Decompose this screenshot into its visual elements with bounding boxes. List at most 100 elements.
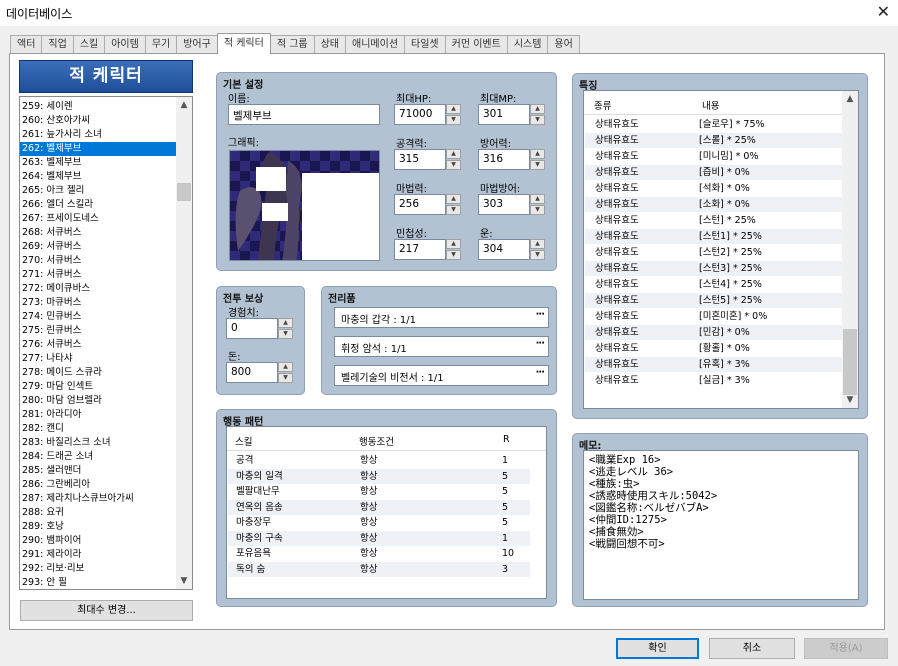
tab-9[interactable]: 애니메이션	[345, 35, 406, 54]
trait-row[interactable]: 상태유효도 [실금] * 3%	[585, 373, 843, 388]
action-row[interactable]: 공격 항상 1	[228, 453, 530, 468]
tab-12[interactable]: 시스템	[506, 35, 549, 54]
enemy-list-item[interactable]: 271: 서큐버스	[20, 268, 176, 282]
enemy-list-item[interactable]: 277: 나타샤	[20, 352, 176, 366]
action-row[interactable]: 벨팔대난무 항상 5	[228, 484, 530, 499]
luk-spinner[interactable]: ▲ ▼	[530, 239, 545, 260]
luk-input[interactable]: 304	[478, 239, 530, 260]
tab-4[interactable]: 무기	[144, 35, 178, 54]
tab-0[interactable]: 액터	[10, 35, 43, 54]
tab-11[interactable]: 커먼 이벤트	[444, 35, 508, 54]
change-max-button[interactable]: 최대수 변경...	[20, 600, 193, 621]
enemy-list-item[interactable]: 269: 서큐버스	[20, 240, 176, 254]
enemy-list-item[interactable]: 263: 벨제부브	[20, 156, 176, 170]
action-row[interactable]: 마충의 일격 항상 5	[228, 468, 530, 484]
enemy-list-item[interactable]: 275: 린큐버스	[20, 324, 176, 338]
enemy-list[interactable]: 259: 세이렌 260: 산호아가씨 261: 늪가사리 소녀 262: 벨제부브 2…	[19, 96, 193, 590]
enemy-list-item[interactable]: 273: 마큐버스	[20, 296, 176, 310]
enemy-list-item[interactable]: 292: 리보·리보	[20, 562, 176, 576]
exp-input[interactable]: 0	[226, 318, 278, 339]
tab-13[interactable]: 용어	[547, 35, 580, 54]
traits-scroll-up-icon[interactable]: ▲	[842, 91, 858, 107]
trait-row[interactable]: 상태유효도 [소화] * 0%	[585, 197, 843, 212]
enemy-list-item[interactable]: 259: 세이렌	[20, 100, 176, 114]
enemy-list-item[interactable]: 267: 프세이도네스	[20, 212, 176, 226]
tab-1[interactable]: 직업	[41, 35, 74, 54]
atk-input[interactable]: 315	[394, 149, 446, 170]
mdf-spinner[interactable]: ▲ ▼	[530, 194, 545, 215]
trait-row[interactable]: 상태유효도 [즙비] * 0%	[585, 165, 843, 180]
name-input[interactable]: 벨제부브	[228, 104, 380, 125]
trait-row[interactable]: 상태유효도 [스턴3] * 25%	[585, 261, 843, 276]
cancel-button[interactable]: 취소	[709, 638, 795, 659]
enemy-list-item[interactable]: 283: 바질리스크 소녀	[20, 436, 176, 450]
def-spinner[interactable]: ▲ ▼	[530, 149, 545, 170]
maxmp-spinner[interactable]: ▲ ▼	[530, 104, 545, 125]
enemy-list-item[interactable]: 270: 서큐버스	[20, 254, 176, 268]
maxmp-input[interactable]: 301	[478, 104, 530, 125]
agi-input[interactable]: 217	[394, 239, 446, 260]
tab-3[interactable]: 아이템	[104, 35, 146, 54]
mat-spinner[interactable]: ▲ ▼	[446, 194, 461, 215]
col-condition[interactable]: 행동조건	[359, 434, 394, 448]
scroll-up-icon[interactable]: ▲	[176, 97, 192, 113]
agi-spinner[interactable]: ▲ ▼	[446, 239, 461, 260]
enemy-list-item[interactable]: 280: 마담 엄브렐라	[20, 394, 176, 408]
enemy-list-item[interactable]: 262: 벨제부브	[20, 142, 176, 156]
apply-button[interactable]: 적용(A)	[804, 638, 888, 659]
mat-input[interactable]: 256	[394, 194, 446, 215]
trait-row[interactable]: 상태유효도 [스턴5] * 25%	[585, 293, 843, 308]
tab-7[interactable]: 적 그룹	[269, 35, 315, 54]
trait-row[interactable]: 상태유효도 [스턴] * 25%	[585, 213, 843, 228]
enemy-list-item[interactable]: 284: 드래곤 소녀	[20, 450, 176, 464]
enemy-list-item[interactable]: 290: 뱀파이어	[20, 534, 176, 548]
maxhp-input[interactable]: 71000	[394, 104, 446, 125]
action-patterns-table[interactable]: 스킬 행동조건 R 공격 항상 1 마충의 일격 항상 5 벨팔대난무 항상 5 연옥의 음송 항상…	[226, 426, 547, 599]
tab-5[interactable]: 방어구	[176, 35, 218, 54]
exp-spinner[interactable]: ▲ ▼	[278, 318, 293, 339]
enemy-list-item[interactable]: 282: 캔디	[20, 422, 176, 436]
memo-textarea[interactable]: <職業Exp 16> <逃走レベル 36> <種族:虫> <誘惑時使用スキル:5042…	[583, 450, 859, 600]
tab-8[interactable]: 상태	[313, 35, 347, 54]
enemy-graphic[interactable]	[229, 150, 380, 261]
enemy-list-item[interactable]: 274: 민큐버스	[20, 310, 176, 324]
col-content[interactable]: 내용	[702, 98, 719, 112]
action-row[interactable]: 마충장무 항상 5	[228, 515, 530, 530]
enemy-list-item[interactable]: 261: 늪가사리 소녀	[20, 128, 176, 142]
enemy-list-item[interactable]: 288: 요귀	[20, 506, 176, 520]
gold-input[interactable]: 800	[226, 362, 278, 383]
tab-6[interactable]: 적 케릭터	[216, 33, 271, 54]
tab-10[interactable]: 타일셋	[404, 35, 446, 54]
mdf-input[interactable]: 303	[478, 194, 530, 215]
enemy-list-item[interactable]: 278: 메이드 스큐라	[20, 366, 176, 380]
more-icon[interactable]: ···	[536, 309, 545, 320]
atk-spinner[interactable]: ▲ ▼	[446, 149, 461, 170]
ok-button[interactable]: 확인	[616, 638, 699, 659]
traits-scroll-thumb[interactable]	[843, 329, 857, 395]
enemy-list-item[interactable]: 276: 서큐버스	[20, 338, 176, 352]
maxhp-spinner[interactable]: ▲ ▼	[446, 104, 461, 125]
col-rating[interactable]: R	[503, 434, 510, 445]
enemy-list-item[interactable]: 260: 산호아가씨	[20, 114, 176, 128]
enemy-list-item[interactable]: 279: 마담 인섹트	[20, 380, 176, 394]
trait-row[interactable]: 상태유효도 [석화] * 0%	[585, 181, 843, 196]
scroll-down-icon[interactable]: ▼	[176, 573, 192, 589]
enemy-list-item[interactable]: 291: 제라이라	[20, 548, 176, 562]
scroll-thumb[interactable]	[177, 183, 191, 201]
enemy-list-item[interactable]: 289: 호낭	[20, 520, 176, 534]
trait-row[interactable]: 상태유효도 [유혹] * 3%	[585, 357, 843, 372]
enemy-list-item[interactable]: 268: 서큐버스	[20, 226, 176, 240]
trait-row[interactable]: 상태유효도 [슬로우] * 75%	[585, 117, 843, 132]
action-row[interactable]: 마충의 구속 항상 1	[228, 530, 530, 546]
trait-row[interactable]: 상태유효도 [스턴1] * 25%	[585, 229, 843, 244]
action-row[interactable]: 연옥의 음송 항상 5	[228, 499, 530, 515]
traits-scrollbar[interactable]: ▲ ▼	[842, 91, 858, 408]
trait-row[interactable]: 상태유효도 [미니밈] * 0%	[585, 149, 843, 164]
gold-spinner[interactable]: ▲ ▼	[278, 362, 293, 383]
enemy-list-item[interactable]: 266: 엘더 스킬라	[20, 198, 176, 212]
tab-2[interactable]: 스킬	[72, 35, 106, 54]
enemy-list-item[interactable]: 272: 메이큐바스	[20, 282, 176, 296]
enemy-list-item[interactable]: 264: 벨제부브	[20, 170, 176, 184]
def-input[interactable]: 316	[478, 149, 530, 170]
enemy-list-item[interactable]: 265: 아크 젤리	[20, 184, 176, 198]
